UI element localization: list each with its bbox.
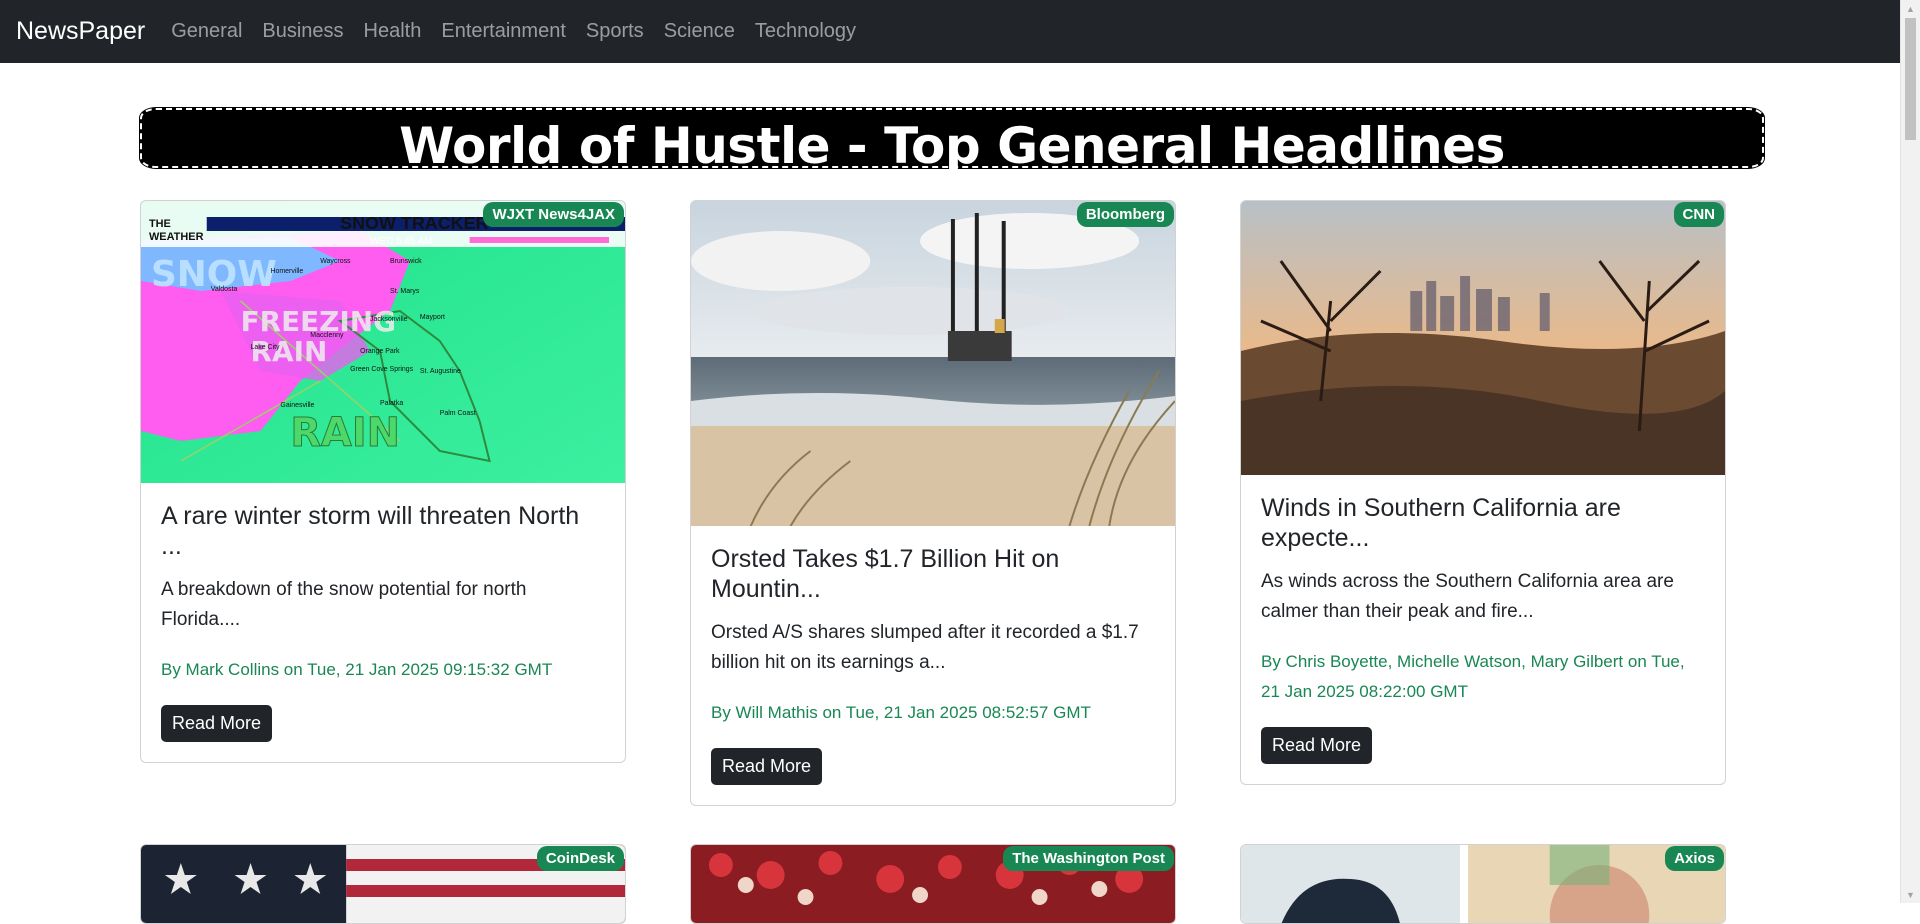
nav-link-health[interactable]: Health (354, 20, 432, 43)
svg-text:Macclenny: Macclenny (310, 332, 344, 339)
svg-text:St. Augustine: St. Augustine (420, 368, 461, 375)
card-body: Winds in Southern California are expecte… (1241, 475, 1725, 784)
article-byline: By Will Mathis on Tue, 21 Jan 2025 08:52… (711, 703, 1091, 722)
read-more-button[interactable]: Read More (161, 705, 273, 742)
article-image-beach-rig (691, 201, 1175, 526)
source-badge: Bloomberg (1076, 202, 1174, 227)
nav-link-general[interactable]: General (161, 20, 252, 43)
svg-text:Jacksonville: Jacksonville (370, 316, 408, 323)
svg-text:Orange Park: Orange Park (360, 348, 400, 355)
svg-text:Valdosta: Valdosta (211, 286, 238, 293)
svg-text:Palatka: Palatka (380, 400, 403, 407)
nav-link-science[interactable]: Science (654, 20, 745, 43)
svg-text:RAIN: RAIN (251, 335, 328, 368)
article-byline: By Mark Collins on Tue, 21 Jan 2025 09:1… (161, 660, 553, 679)
svg-text:RAIN: RAIN (290, 410, 400, 456)
source-badge: Axios (1665, 846, 1724, 871)
article-title: A rare winter storm will threaten North … (161, 502, 580, 560)
svg-text:St. Marys: St. Marys (390, 288, 420, 295)
source-badge: CoinDesk (536, 846, 624, 871)
article-description: A breakdown of the snow potential for no… (161, 579, 527, 630)
scrollbar-thumb[interactable] (1905, 18, 1916, 140)
page-scrollbar[interactable]: ▲ ▼ (1900, 0, 1920, 903)
svg-text:Brunswick: Brunswick (390, 258, 422, 265)
article-title: Winds in Southern California are expecte… (1261, 494, 1621, 552)
source-badge: CNN (1673, 202, 1724, 227)
article-image-portraits (1241, 845, 1725, 923)
page-heading-banner: World of Hustle - Top General Headlines (140, 108, 1764, 175)
svg-text:Waycross: Waycross (320, 258, 351, 265)
card-body: A rare winter storm will threaten North … (141, 483, 625, 762)
article-description: As winds across the Southern California … (1261, 571, 1674, 622)
svg-text:Lake City: Lake City (251, 344, 281, 351)
news-card: WJXT News4JAX THE WEATHER SNOW TRACKER W… (140, 200, 626, 763)
svg-text:Homerville: Homerville (270, 268, 303, 275)
read-more-button[interactable]: Read More (711, 748, 823, 785)
svg-text:SNOW TRACKER: SNOW TRACKER (340, 213, 488, 233)
top-navbar: NewsPaper General Business Health Entert… (0, 0, 1900, 63)
svg-text:WEATHER: WEATHER (149, 231, 204, 243)
nav-link-technology[interactable]: Technology (745, 20, 866, 43)
article-description: Orsted A/S shares slumped after it recor… (711, 622, 1139, 673)
source-badge: The Washington Post (1003, 846, 1174, 871)
nav-link-entertainment[interactable]: Entertainment (431, 20, 576, 43)
nav-link-sports[interactable]: Sports (576, 20, 654, 43)
article-title: Orsted Takes $1.7 Billion Hit on Mountin… (711, 545, 1060, 603)
svg-text:Mayport: Mayport (420, 314, 445, 321)
news-card: The Washington Post (690, 844, 1176, 924)
source-badge: WJXT News4JAX (483, 202, 624, 227)
svg-text:WED 6:45 AM: WED 6:45 AM (370, 236, 432, 247)
scroll-up-arrow-icon[interactable]: ▲ (1901, 0, 1920, 17)
article-byline: By Chris Boyette, Michelle Watson, Mary … (1261, 652, 1685, 701)
news-card: Bloomberg Orsted Takes $1.7 Billion Hit … (690, 200, 1176, 806)
read-more-button[interactable]: Read More (1261, 727, 1373, 764)
article-image-weather-map: THE WEATHER SNOW TRACKER WED 6:45 AM SNO… (141, 201, 625, 483)
news-card: CNN Winds in Southern California are exp… (1240, 200, 1726, 785)
news-card: Axios (1240, 844, 1726, 924)
scroll-down-arrow-icon[interactable]: ▼ (1901, 886, 1920, 903)
nav-link-business[interactable]: Business (252, 20, 353, 43)
page-title: World of Hustle - Top General Headlines (399, 117, 1505, 175)
card-body: Orsted Takes $1.7 Billion Hit on Mountin… (691, 526, 1175, 805)
svg-text:Palm Coast: Palm Coast (440, 410, 476, 417)
svg-text:Green Cove Springs: Green Cove Springs (350, 366, 414, 373)
nav-links: General Business Health Entertainment Sp… (161, 20, 866, 43)
brand-logo-link[interactable]: NewsPaper (16, 17, 145, 46)
news-card: CoinDesk (140, 844, 626, 924)
article-image-burned-hillside (1241, 201, 1725, 475)
svg-text:Gainesville: Gainesville (280, 402, 314, 409)
svg-text:THE: THE (149, 218, 171, 230)
